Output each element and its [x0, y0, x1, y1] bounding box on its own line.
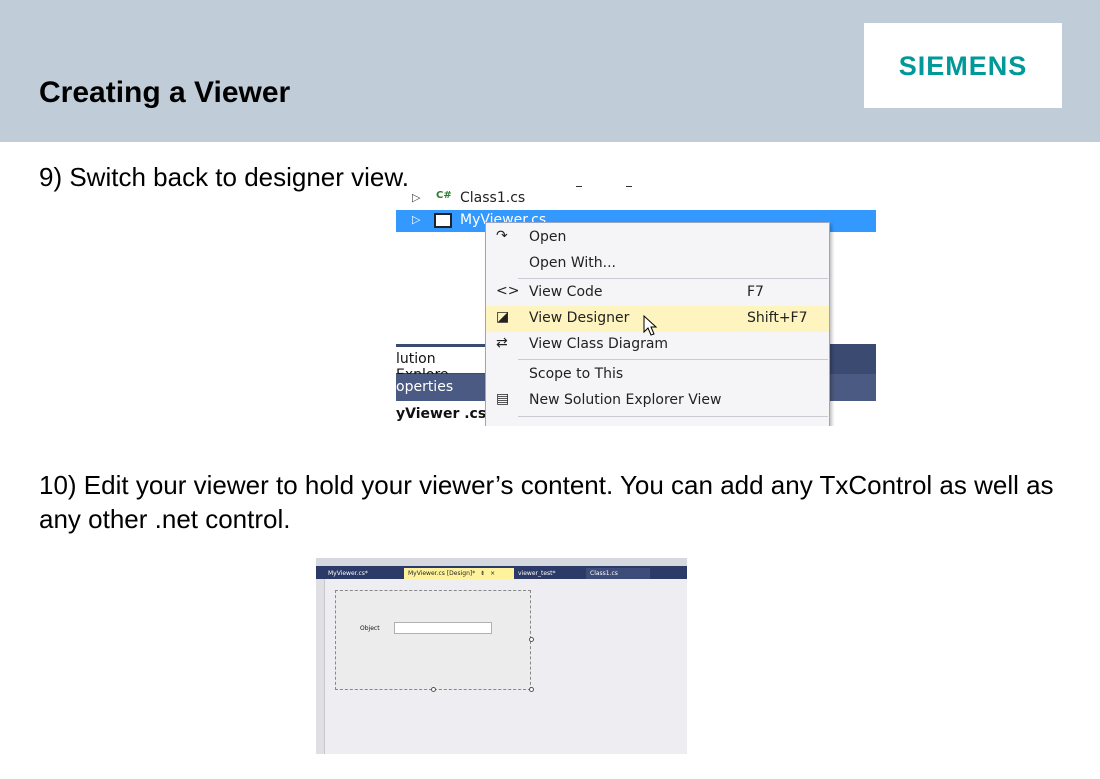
class-diagram-icon: ⇄ [496, 335, 508, 351]
tab-label: Class1.cs [590, 570, 618, 577]
context-menu: ↷ Open Open With... <> View Code F7 ◪ Vi… [485, 222, 830, 426]
tab-myviewer-code[interactable]: MyViewer.cs* [324, 568, 404, 579]
form-icon [434, 213, 452, 228]
tab-label: MyViewer.cs [Design]* [408, 570, 476, 577]
menu-item-new-solution-explorer-view[interactable]: ▤ New Solution Explorer View [486, 388, 829, 414]
step-10-instruction: 10) Edit your viewer to hold your viewer… [39, 470, 1054, 534]
menu-separator [518, 359, 828, 360]
mouse-pointer-icon [643, 315, 658, 336]
tab-class1[interactable]: Class1.cs [586, 568, 650, 579]
vs-toolbar [316, 558, 687, 566]
object-textbox[interactable] [394, 622, 492, 634]
step-9-instruction: 9) Switch back to designer view. [39, 162, 409, 192]
solution-explorer-screenshot: ▷ C# Class1.cs ▷ MyViewer.cs lution Expl… [396, 186, 876, 426]
design-surface-form[interactable]: Object [335, 590, 531, 690]
slide-title: Creating a Viewer [39, 76, 291, 109]
menu-item-label: View Class Diagram [529, 336, 669, 352]
properties-file-label: yViewer .cs [396, 406, 487, 422]
redo-arrow-icon: ↷ [496, 228, 508, 244]
menu-item-shortcut: F7 [747, 284, 764, 300]
tree-item-label: Class1.cs [460, 190, 526, 206]
toolbox-strip[interactable] [316, 579, 325, 754]
siemens-logo: SIEMENS [864, 23, 1062, 108]
new-explorer-icon: ▤ [496, 391, 510, 407]
resize-handle[interactable] [529, 687, 534, 692]
menu-separator [518, 278, 828, 279]
menu-item-shortcut: Shift+F7 [747, 310, 808, 326]
menu-item-label: Open [529, 229, 567, 245]
tab-label: viewer_test* [518, 570, 556, 577]
menu-item-label: New Solution Explorer View [529, 392, 722, 408]
menu-item-label: View Designer [529, 310, 630, 326]
code-brackets-icon: <> [496, 283, 520, 299]
divider [576, 186, 582, 187]
tab-viewer-test[interactable]: viewer_test* [514, 568, 584, 579]
pin-icon[interactable]: ⇟ [480, 570, 485, 577]
document-tab-bar: MyViewer.cs* MyViewer.cs [Design]* ⇟ × v… [316, 566, 687, 579]
resize-handle[interactable] [431, 687, 436, 692]
menu-item-view-code[interactable]: <> View Code F7 [486, 280, 829, 306]
menu-item-label: View Code [529, 284, 603, 300]
tree-item-class1[interactable]: ▷ C# Class1.cs [396, 188, 876, 210]
divider [626, 186, 632, 187]
expand-arrow-icon[interactable]: ▷ [412, 191, 420, 204]
menu-item-scope-to-this[interactable]: Scope to This [486, 362, 829, 388]
close-icon[interactable]: × [490, 570, 495, 577]
siemens-logo-text: SIEMENS [898, 51, 1028, 81]
expand-arrow-icon[interactable]: ▷ [412, 213, 420, 226]
menu-item-label: Scope to This [529, 366, 624, 382]
slide-header: Creating a Viewer SIEMENS [0, 0, 1100, 142]
resize-handle[interactable] [529, 637, 534, 642]
tab-label: MyViewer.cs* [328, 570, 368, 577]
menu-item-open-with[interactable]: Open With... [486, 251, 829, 277]
menu-item-open[interactable]: ↷ Open [486, 225, 829, 251]
tab-myviewer-design[interactable]: MyViewer.cs [Design]* ⇟ × [404, 568, 514, 579]
solution-explorer-label: lution Explore [396, 347, 486, 383]
object-label[interactable]: Object [360, 625, 380, 632]
menu-separator [518, 416, 828, 417]
properties-label: operties [396, 379, 454, 395]
menu-item-label: Open With... [529, 255, 616, 271]
designer-screenshot: MyViewer.cs* MyViewer.cs [Design]* ⇟ × v… [316, 558, 687, 754]
csharp-file-icon: C# [436, 190, 452, 201]
designer-icon: ◪ [496, 309, 510, 325]
